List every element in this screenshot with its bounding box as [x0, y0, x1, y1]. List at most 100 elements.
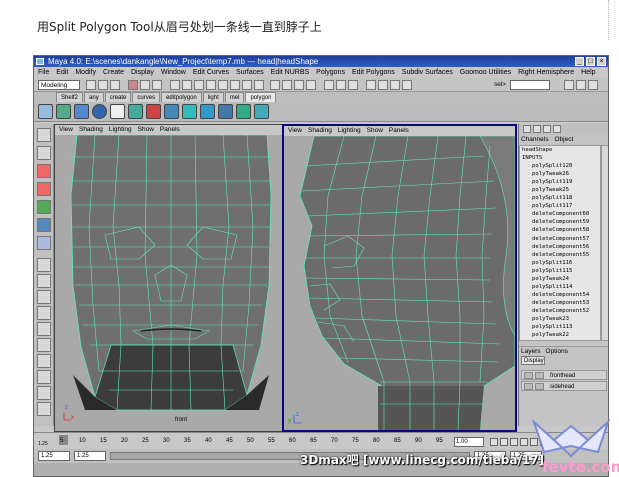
history-node[interactable]: polySplit118: [520, 194, 600, 202]
history-node[interactable]: deleteComponent60: [520, 210, 600, 218]
select-component-icon[interactable]: [152, 80, 162, 90]
vp-menu-show[interactable]: Show: [138, 125, 154, 135]
channel-tool-icon[interactable]: [523, 125, 531, 133]
shelf-tab[interactable]: Shelf2: [56, 92, 84, 102]
layout-icon[interactable]: [37, 386, 51, 400]
history-node[interactable]: polyTweak24: [520, 275, 600, 283]
quick-select-field[interactable]: [510, 80, 550, 90]
hypershade-icon[interactable]: [402, 80, 412, 90]
side-viewport[interactable]: View Shading Lighting Show Panels z y: [282, 124, 517, 432]
channels-menu[interactable]: Channels: [521, 135, 548, 145]
menu-subdiv-surfaces[interactable]: Subdiv Surfaces: [402, 67, 453, 78]
current-tool-icon[interactable]: [37, 236, 51, 250]
history-node[interactable]: polySplit115: [520, 267, 600, 275]
split-polygon-icon[interactable]: [146, 104, 161, 119]
channel-tool-icon[interactable]: [553, 125, 561, 133]
save-scene-icon[interactable]: [110, 80, 120, 90]
channel-box-icon[interactable]: [588, 80, 598, 90]
poly-sphere-icon[interactable]: [92, 104, 107, 119]
history-node[interactable]: polyTweak25: [520, 186, 600, 194]
menu-modify[interactable]: Modify: [75, 67, 96, 78]
end-time-field[interactable]: 1.00: [454, 437, 484, 447]
render-icon[interactable]: [366, 80, 376, 90]
menu-window[interactable]: Window: [161, 67, 186, 78]
history-icon[interactable]: [324, 80, 334, 90]
layout-icon[interactable]: [37, 370, 51, 384]
options-menu-item[interactable]: Options: [546, 347, 568, 355]
layout-icon[interactable]: [37, 402, 51, 416]
attribute-editor-icon[interactable]: [564, 80, 574, 90]
history-node[interactable]: deleteComponent56: [520, 243, 600, 251]
menu-file[interactable]: File: [38, 67, 49, 78]
history-node[interactable]: deleteComponent58: [520, 226, 600, 234]
layout-single-icon[interactable]: [37, 258, 51, 272]
shelf-tab[interactable]: any: [84, 92, 104, 102]
merge-icon[interactable]: [200, 104, 215, 119]
select-tool-icon[interactable]: [37, 128, 51, 142]
maximize-button[interactable]: □: [586, 57, 595, 66]
history-node[interactable]: deleteComponent54: [520, 291, 600, 299]
move-tool-icon[interactable]: [37, 164, 51, 178]
history-node[interactable]: polyTweak22: [520, 331, 600, 339]
history-node[interactable]: polySplit119: [520, 178, 600, 186]
render-globals-icon[interactable]: [390, 80, 400, 90]
bevel-icon[interactable]: [236, 104, 251, 119]
menu-goomoo-utilities[interactable]: Goomoo Utilities: [460, 67, 511, 78]
front-viewport[interactable]: View Shading Lighting Show Panels front …: [54, 124, 289, 432]
object-menu[interactable]: Object: [554, 135, 573, 145]
shelf-tab[interactable]: create: [104, 92, 132, 102]
mask-icon[interactable]: [242, 80, 252, 90]
channel-list[interactable]: headShape INPUTS polySplit120 polyTweak2…: [519, 145, 601, 341]
menu-edit-curves[interactable]: Edit Curves: [193, 67, 229, 78]
shelf-tab-active[interactable]: polygon: [245, 92, 277, 102]
mask-icon[interactable]: [206, 80, 216, 90]
new-scene-icon[interactable]: [86, 80, 96, 90]
bridge-icon[interactable]: [182, 104, 197, 119]
start-time-field[interactable]: 1.25: [38, 451, 70, 461]
go-to-start-icon[interactable]: [490, 438, 498, 446]
shelf-tab[interactable]: light: [202, 92, 224, 102]
manipulator-tool-icon[interactable]: [37, 218, 51, 232]
channel-tool-icon[interactable]: [533, 125, 541, 133]
tool-settings-icon[interactable]: [576, 80, 586, 90]
mask-icon[interactable]: [230, 80, 240, 90]
menu-help[interactable]: Help: [581, 67, 595, 78]
menu-edit[interactable]: Edit: [56, 67, 68, 78]
cut-faces-icon[interactable]: [254, 104, 269, 119]
append-polygon-icon[interactable]: [164, 104, 179, 119]
mask-icon[interactable]: [194, 80, 204, 90]
close-button[interactable]: ×: [597, 57, 606, 66]
snap-point-icon[interactable]: [294, 80, 304, 90]
history-node[interactable]: deleteComponent53: [520, 299, 600, 307]
lasso-tool-icon[interactable]: [37, 146, 51, 160]
layout-graph-icon[interactable]: [37, 338, 51, 352]
poly-cylinder-icon[interactable]: [74, 104, 89, 119]
mask-icon[interactable]: [218, 80, 228, 90]
history-node[interactable]: deleteComponent52: [520, 307, 600, 315]
vp-menu-lighting[interactable]: Lighting: [109, 125, 132, 135]
side-view-canvas[interactable]: z y: [284, 135, 516, 431]
history-node[interactable]: polySplit112: [520, 339, 600, 340]
layer-row[interactable]: sidehead: [521, 381, 607, 391]
history-node[interactable]: deleteComponent59: [520, 218, 600, 226]
smooth-icon[interactable]: [218, 104, 233, 119]
history-node[interactable]: deleteComponent55: [520, 251, 600, 259]
menu-create[interactable]: Create: [103, 67, 124, 78]
channel-scrollbar[interactable]: [601, 145, 608, 341]
mode-selector[interactable]: Modeling: [38, 80, 80, 90]
select-object-icon[interactable]: [140, 80, 150, 90]
vp-menu-panels[interactable]: Panels: [389, 126, 409, 136]
open-scene-icon[interactable]: [98, 80, 108, 90]
time-slider[interactable]: 5 10 15 20 25 30 35 40 45 50 55 60 65 70…: [34, 432, 608, 449]
history-icon[interactable]: [348, 80, 358, 90]
menu-edit-polygons[interactable]: Edit Polygons: [352, 67, 395, 78]
poly-cube-icon[interactable]: [56, 104, 71, 119]
history-node[interactable]: polyTweak23: [520, 315, 600, 323]
vp-menu-view[interactable]: View: [288, 126, 302, 136]
snap-plane-icon[interactable]: [306, 80, 316, 90]
shelf-tab[interactable]: editpolygon: [161, 92, 202, 102]
ipr-render-icon[interactable]: [378, 80, 388, 90]
type-toggle[interactable]: [535, 372, 544, 379]
history-icon[interactable]: [336, 80, 346, 90]
history-node[interactable]: polySplit113: [520, 323, 600, 331]
